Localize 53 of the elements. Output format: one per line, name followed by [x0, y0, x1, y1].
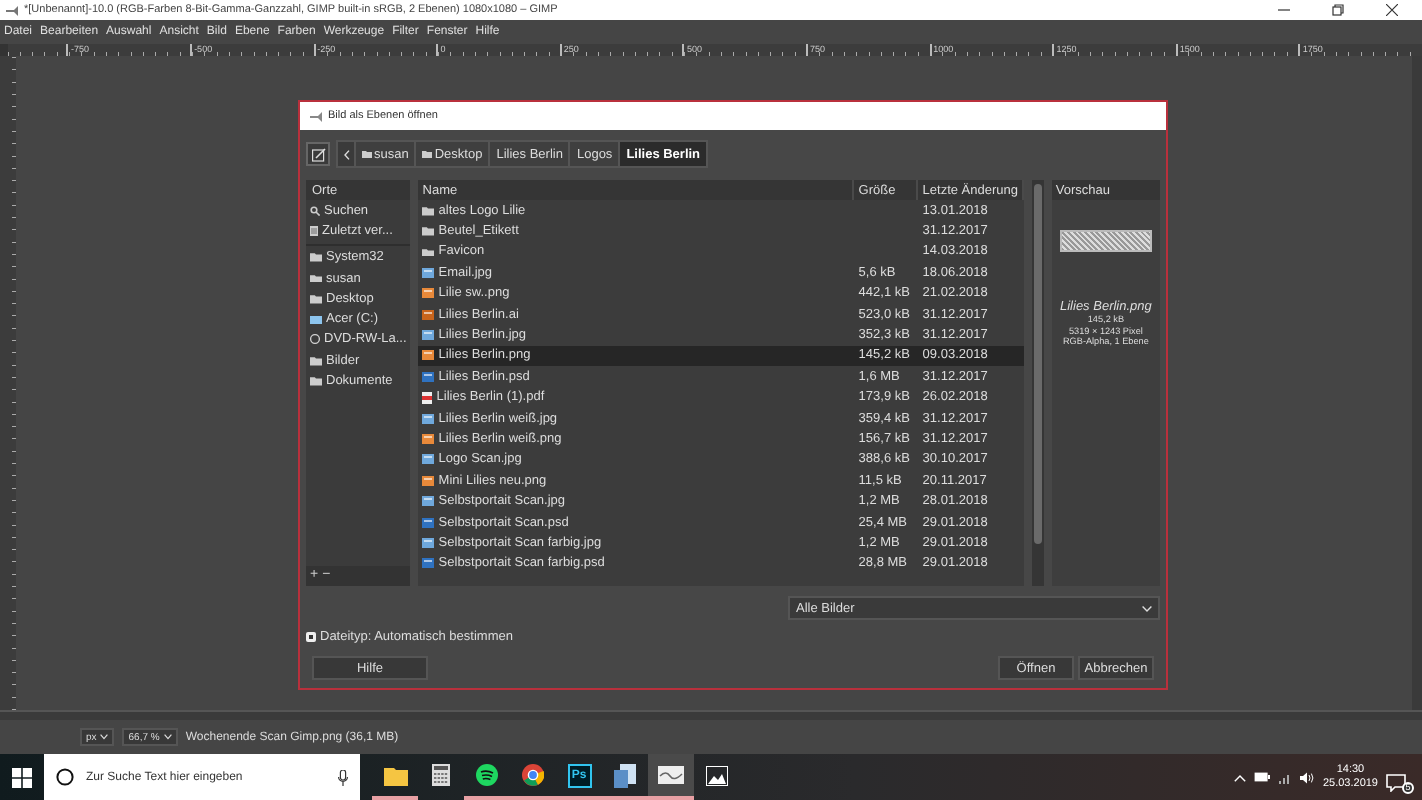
image-file-icon [422, 558, 435, 569]
close-icon[interactable] [1386, 4, 1398, 16]
folder-icon [422, 150, 433, 158]
photos-icon [706, 765, 728, 785]
image-file-icon [422, 537, 435, 548]
chevron-left-icon [343, 149, 349, 159]
chevron-up-icon[interactable] [1234, 773, 1247, 781]
folder-icon [383, 765, 407, 785]
taskbar-app[interactable] [648, 754, 694, 800]
app-icon [310, 111, 322, 121]
drive-icon [310, 315, 322, 324]
image-file-icon [422, 517, 435, 528]
notification-icon [1386, 773, 1406, 791]
microphone-icon[interactable] [338, 769, 348, 785]
edit-location-button[interactable] [306, 142, 330, 166]
image-file-icon [422, 454, 435, 465]
document-app-icon [614, 763, 636, 787]
search-icon [56, 768, 74, 786]
scrollbar[interactable] [1032, 180, 1044, 586]
image-file-icon [422, 433, 435, 444]
image-file-icon [422, 350, 435, 361]
scrollbar-thumb[interactable] [1034, 184, 1043, 544]
network-icon[interactable] [1278, 771, 1293, 783]
image-file-icon [422, 309, 435, 320]
image-file-icon [422, 496, 435, 507]
image-thumbnail-icon [658, 766, 684, 784]
chevron-down-icon [100, 734, 109, 740]
image-file-icon [422, 475, 435, 486]
document-icon [310, 225, 318, 236]
volume-icon[interactable] [1300, 771, 1315, 783]
pencil-icon [311, 147, 325, 161]
chevron-down-icon [1142, 605, 1152, 611]
image-file-icon [422, 371, 435, 382]
image-file-icon [422, 413, 435, 424]
minimize-icon[interactable] [1278, 4, 1290, 16]
scrollbar[interactable] [0, 710, 1422, 720]
folder-icon [362, 150, 372, 158]
image-file-icon [422, 288, 435, 299]
app-icon [6, 5, 18, 15]
maximize-icon[interactable] [1332, 4, 1344, 16]
expander-icon[interactable] [306, 632, 316, 642]
image-file-icon [422, 267, 435, 278]
browser-icon [522, 764, 544, 786]
search-icon [310, 205, 320, 216]
image-thumbnail [1059, 230, 1152, 252]
chevron-down-icon [163, 734, 172, 740]
file-icon [422, 391, 433, 404]
battery-icon[interactable] [1254, 772, 1271, 782]
scrollbar[interactable] [1412, 56, 1422, 710]
calculator-icon [432, 764, 450, 786]
windows-icon [12, 767, 32, 787]
music-app-icon [476, 764, 498, 786]
image-file-icon [422, 330, 435, 341]
